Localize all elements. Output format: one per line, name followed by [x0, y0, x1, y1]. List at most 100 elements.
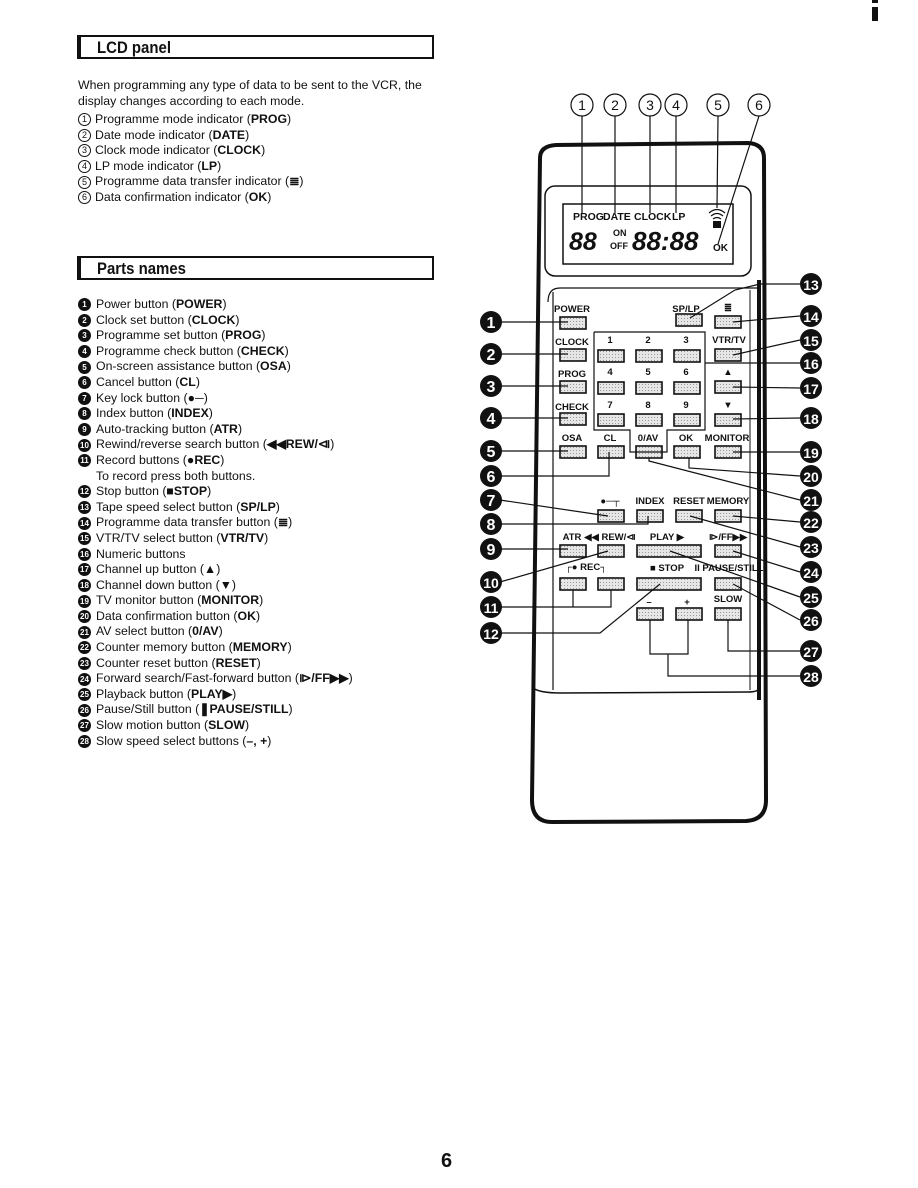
- button-prog-key[interactable]: [559, 380, 587, 394]
- button-ff[interactable]: ⧐/FF▶▶: [709, 532, 749, 558]
- part-callout-18: 18: [800, 407, 822, 429]
- button-n3-key[interactable]: [673, 349, 701, 363]
- button-cl[interactable]: CL: [597, 433, 625, 459]
- button-ok[interactable]: OK: [673, 433, 701, 459]
- button-reset[interactable]: RESET: [673, 496, 705, 523]
- button-rew-key[interactable]: [597, 544, 625, 558]
- button-n9-label: 9: [683, 400, 688, 411]
- button-stop[interactable]: ■ STOP: [636, 563, 702, 591]
- part-callout-25: 25: [800, 586, 822, 608]
- button-atr[interactable]: ATR: [559, 532, 587, 558]
- button-n1[interactable]: 1: [597, 335, 625, 363]
- button-n8-label: 8: [645, 400, 650, 411]
- record-button-right[interactable]: [597, 577, 625, 591]
- button-slow[interactable]: SLOW: [714, 594, 743, 621]
- button-atr-key[interactable]: [559, 544, 587, 558]
- button-prog[interactable]: PROG: [558, 369, 587, 394]
- button-keylock-key[interactable]: [597, 509, 625, 523]
- button-rec[interactable]: ┌● REC┐: [559, 562, 625, 591]
- button-reset-key[interactable]: [675, 509, 703, 523]
- button-n4-key[interactable]: [597, 381, 625, 395]
- button-vtrtv-key[interactable]: [714, 348, 742, 362]
- lcd-callout-3: 3: [638, 93, 662, 213]
- button-down[interactable]: ▼: [714, 400, 742, 427]
- button-down-label: ▼: [723, 400, 732, 411]
- button-n6[interactable]: 6: [673, 367, 701, 395]
- button-index-key[interactable]: [636, 509, 664, 523]
- leader-line: [688, 458, 801, 477]
- button-index[interactable]: INDEX: [635, 496, 665, 523]
- button-check-key[interactable]: [559, 412, 587, 426]
- button-cl-label: CL: [604, 433, 617, 444]
- button-n4[interactable]: 4: [597, 367, 625, 395]
- button-check[interactable]: CHECK: [555, 402, 589, 426]
- callout-number: 12: [483, 626, 499, 642]
- button-atr-label: ATR: [563, 532, 582, 543]
- button-n3[interactable]: 3: [673, 335, 701, 363]
- remote-inner-panel: [547, 287, 760, 303]
- record-button-left[interactable]: [559, 577, 587, 591]
- button-n9-key[interactable]: [673, 413, 701, 427]
- button-transfer[interactable]: ≣: [714, 303, 742, 329]
- button-n5-key[interactable]: [635, 381, 663, 395]
- callout-number: 14: [803, 309, 819, 325]
- button-play-label: PLAY ▶: [650, 532, 686, 543]
- button-clock-key[interactable]: [559, 348, 587, 362]
- button-plus[interactable]: +: [675, 597, 703, 621]
- part-callout-7: 7: [480, 489, 502, 511]
- button-osa-label: OSA: [562, 433, 583, 444]
- callout-number: 7: [487, 493, 496, 510]
- button-splp-key[interactable]: [675, 313, 703, 327]
- button-vtrtv[interactable]: VTR/TV: [712, 335, 747, 362]
- part-callout-26: 26: [800, 609, 822, 631]
- button-power[interactable]: POWER: [554, 304, 590, 330]
- button-memory-label: MEMORY: [707, 496, 750, 507]
- button-n2-key[interactable]: [635, 349, 663, 363]
- button-n2[interactable]: 2: [635, 335, 663, 363]
- button-n5[interactable]: 5: [635, 367, 663, 395]
- button-n7[interactable]: 7: [597, 400, 625, 427]
- button-splp[interactable]: SP/LP: [672, 304, 703, 327]
- button-monitor[interactable]: MONITOR: [705, 433, 750, 459]
- button-cl-key[interactable]: [597, 445, 625, 459]
- button-play-key[interactable]: [636, 544, 702, 558]
- button-n8[interactable]: 8: [635, 400, 663, 427]
- page-number: 6: [441, 1150, 453, 1172]
- button-ff-key[interactable]: [714, 544, 742, 558]
- remote-control-diagram: PROG DATE CLOCK LP 88 ON OFF 88:88 OK 12…: [480, 93, 822, 825]
- button-ok-key[interactable]: [673, 445, 701, 459]
- button-up[interactable]: ▲: [714, 367, 742, 394]
- button-check-label: CHECK: [555, 402, 589, 413]
- button-osa-key[interactable]: [559, 445, 587, 459]
- button-stop-key[interactable]: [636, 577, 702, 591]
- part-callout-11: 11: [480, 596, 502, 618]
- button-power-key[interactable]: [559, 316, 587, 330]
- callout-number: 22: [803, 515, 819, 531]
- part-callout-8: 8: [480, 513, 502, 535]
- button-clock[interactable]: CLOCK: [555, 337, 589, 362]
- button-osa[interactable]: OSA: [559, 433, 587, 459]
- callout-leader: [716, 115, 719, 209]
- button-pause-key[interactable]: [714, 577, 742, 591]
- callout-number: 6: [487, 469, 496, 486]
- part-callout-10: 10: [480, 571, 502, 593]
- button-plus-key[interactable]: [675, 607, 703, 621]
- button-n6-key[interactable]: [673, 381, 701, 395]
- button-keylock[interactable]: ●─┬: [597, 496, 625, 523]
- button-memory[interactable]: MEMORY: [707, 496, 750, 523]
- button-av[interactable]: 0/AV: [635, 433, 663, 459]
- button-down-key[interactable]: [714, 413, 742, 427]
- button-minus[interactable]: –: [636, 597, 664, 621]
- button-play[interactable]: PLAY ▶: [636, 532, 702, 558]
- part-callout-15: 15: [800, 329, 822, 351]
- battery-cover-line: [532, 687, 761, 694]
- button-n7-key[interactable]: [597, 413, 625, 427]
- button-n8-key[interactable]: [635, 413, 663, 427]
- button-slow-key[interactable]: [714, 607, 742, 621]
- button-minus-key[interactable]: [636, 607, 664, 621]
- button-pause[interactable]: II PAUSE/STILL: [695, 563, 764, 591]
- button-n9[interactable]: 9: [673, 400, 701, 427]
- button-n1-key[interactable]: [597, 349, 625, 363]
- button-keylock-label: ●─┬: [600, 496, 619, 508]
- button-rew[interactable]: ◀◀ REW/⧏: [583, 532, 636, 558]
